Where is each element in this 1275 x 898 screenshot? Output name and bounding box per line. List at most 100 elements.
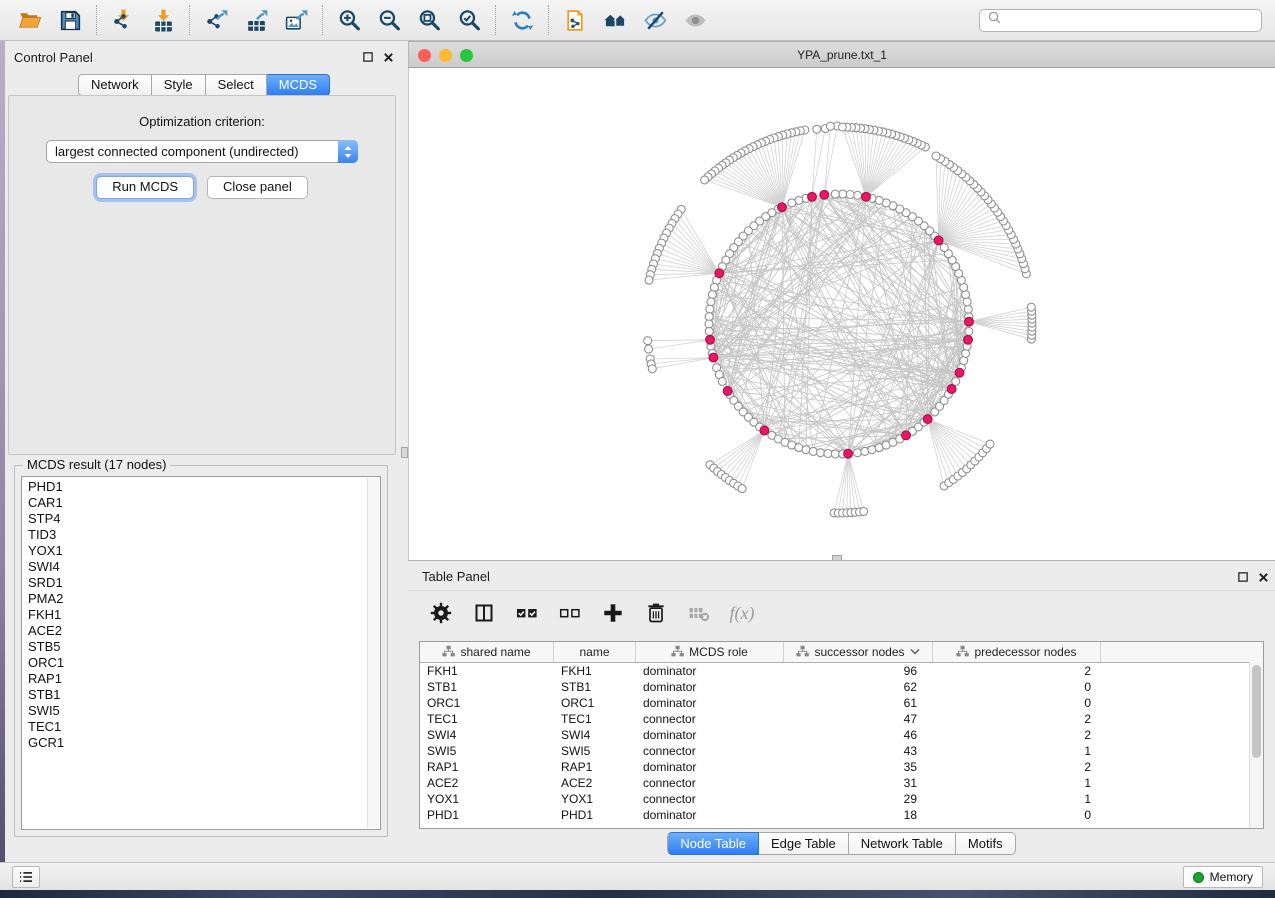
- network-node[interactable]: [964, 305, 972, 313]
- network-leaf-node[interactable]: [826, 122, 834, 130]
- column-header-mcds-role[interactable]: MCDS role: [636, 642, 784, 662]
- table-row[interactable]: ORC1ORC1dominator610: [420, 695, 1263, 711]
- mcds-result-item[interactable]: PMA2: [28, 591, 380, 607]
- table-row[interactable]: RAP1RAP1dominator352: [420, 759, 1263, 775]
- deselect-all-icon[interactable]: [557, 600, 583, 626]
- network-leaf-node[interactable]: [932, 152, 940, 160]
- mcds-result-item[interactable]: ACE2: [28, 623, 380, 639]
- tab-network[interactable]: Network: [78, 74, 152, 96]
- tab-style[interactable]: Style: [152, 74, 206, 96]
- mcds-hub-node[interactable]: [947, 385, 956, 394]
- tab-network-table[interactable]: Network Table: [849, 832, 956, 855]
- mcds-hub-node[interactable]: [778, 203, 787, 212]
- mcds-hub-node[interactable]: [902, 431, 911, 440]
- mcds-result-item[interactable]: SWI5: [28, 703, 380, 719]
- network-canvas[interactable]: [408, 68, 1275, 560]
- tab-select[interactable]: Select: [206, 74, 267, 96]
- network-leaf-node[interactable]: [1027, 303, 1035, 311]
- network-leaf-node[interactable]: [701, 176, 709, 184]
- close-panel-icon[interactable]: [381, 50, 395, 64]
- mcds-hub-node[interactable]: [723, 387, 732, 396]
- mcds-result-item[interactable]: TID3: [28, 527, 380, 543]
- mcds-result-item[interactable]: TEC1: [28, 719, 380, 735]
- network-node[interactable]: [788, 199, 796, 207]
- float-panel-icon[interactable]: [361, 50, 375, 64]
- zoom-fit-icon[interactable]: [414, 5, 444, 35]
- network-node[interactable]: [809, 447, 817, 455]
- network-node[interactable]: [965, 327, 973, 335]
- mcds-result-item[interactable]: FKH1: [28, 607, 380, 623]
- mcds-result-item[interactable]: GCR1: [28, 735, 380, 751]
- search-input[interactable]: [1008, 13, 1261, 29]
- mcds-result-item[interactable]: STP4: [28, 511, 380, 527]
- network-leaf-node[interactable]: [648, 365, 656, 373]
- network-node[interactable]: [705, 313, 713, 321]
- network-leaf-node[interactable]: [645, 276, 653, 284]
- network-node[interactable]: [718, 377, 726, 385]
- network-node[interactable]: [962, 349, 970, 357]
- save-session-icon[interactable]: [55, 5, 85, 35]
- network-leaf-node[interactable]: [813, 125, 821, 133]
- delete-column-icon[interactable]: [643, 600, 669, 626]
- column-header-shared-name[interactable]: shared name: [420, 642, 554, 662]
- column-header-successor-nodes[interactable]: successor nodes: [784, 642, 933, 662]
- network-graph[interactable]: [409, 68, 1275, 560]
- network-window-titlebar[interactable]: YPA_prune.txt_1: [408, 41, 1275, 68]
- zoom-out-icon[interactable]: [374, 5, 404, 35]
- network-leaf-node[interactable]: [986, 440, 994, 448]
- export-table-icon[interactable]: [241, 5, 271, 35]
- network-node[interactable]: [940, 244, 948, 252]
- mcds-hub-node[interactable]: [709, 353, 718, 362]
- mcds-hub-node[interactable]: [934, 236, 943, 245]
- mcds-result-item[interactable]: STB5: [28, 639, 380, 655]
- mcds-result-item[interactable]: YOX1: [28, 543, 380, 559]
- zoom-in-icon[interactable]: [334, 5, 364, 35]
- network-node[interactable]: [705, 320, 713, 328]
- network-node[interactable]: [824, 450, 832, 458]
- network-leaf-node[interactable]: [644, 337, 652, 345]
- mcds-result-item[interactable]: RAP1: [28, 671, 380, 687]
- network-node[interactable]: [839, 190, 847, 198]
- open-file-icon[interactable]: [15, 5, 45, 35]
- mcds-hub-node[interactable]: [706, 335, 715, 344]
- table-row[interactable]: SWI5SWI5connector431: [420, 743, 1263, 759]
- column-header-name[interactable]: name: [554, 642, 636, 662]
- import-network-icon[interactable]: [108, 5, 138, 35]
- mcds-hub-node[interactable]: [715, 269, 724, 278]
- select-all-icon[interactable]: [514, 600, 540, 626]
- show-all-icon[interactable]: [680, 5, 710, 35]
- network-node[interactable]: [952, 377, 960, 385]
- table-row[interactable]: ACE2ACE2connector311: [420, 775, 1263, 791]
- network-leaf-node[interactable]: [738, 485, 746, 493]
- mcds-result-listbox[interactable]: PHD1CAR1STP4TID3YOX1SWI4SRD1PMA2FKH1ACE2…: [21, 476, 381, 830]
- add-column-icon[interactable]: [600, 600, 626, 626]
- mcds-hub-node[interactable]: [862, 192, 871, 201]
- table-row[interactable]: YOX1YOX1connector291: [420, 791, 1263, 807]
- run-mcds-button[interactable]: Run MCDS: [96, 176, 194, 199]
- network-node[interactable]: [854, 191, 862, 199]
- mcds-result-scrollbar[interactable]: [367, 478, 379, 828]
- duplicate-network-icon[interactable]: [560, 5, 590, 35]
- export-network-icon[interactable]: [201, 5, 231, 35]
- tab-edge-table[interactable]: Edge Table: [759, 832, 849, 855]
- network-node[interactable]: [706, 305, 714, 313]
- network-node[interactable]: [831, 190, 839, 198]
- network-node[interactable]: [817, 449, 825, 457]
- table-row[interactable]: STB1STB1dominator620: [420, 679, 1263, 695]
- import-table-icon[interactable]: [148, 5, 178, 35]
- network-node[interactable]: [854, 449, 862, 457]
- first-neighbors-icon[interactable]: [600, 5, 630, 35]
- mcds-result-item[interactable]: PHD1: [28, 479, 380, 495]
- export-image-icon[interactable]: [281, 5, 311, 35]
- panel-menu-button[interactable]: [12, 866, 40, 888]
- mcds-hub-node[interactable]: [808, 192, 817, 201]
- search-box[interactable]: [979, 9, 1262, 32]
- tab-node-table[interactable]: Node Table: [667, 832, 759, 855]
- mcds-result-item[interactable]: SWI4: [28, 559, 380, 575]
- tab-motifs[interactable]: Motifs: [956, 832, 1016, 855]
- mcds-hub-node[interactable]: [955, 368, 964, 377]
- criterion-dropdown[interactable]: largest connected component (undirected): [46, 140, 358, 163]
- mcds-hub-node[interactable]: [844, 449, 853, 458]
- mcds-hub-node[interactable]: [964, 335, 973, 344]
- table-row[interactable]: SWI4SWI4dominator462: [420, 727, 1263, 743]
